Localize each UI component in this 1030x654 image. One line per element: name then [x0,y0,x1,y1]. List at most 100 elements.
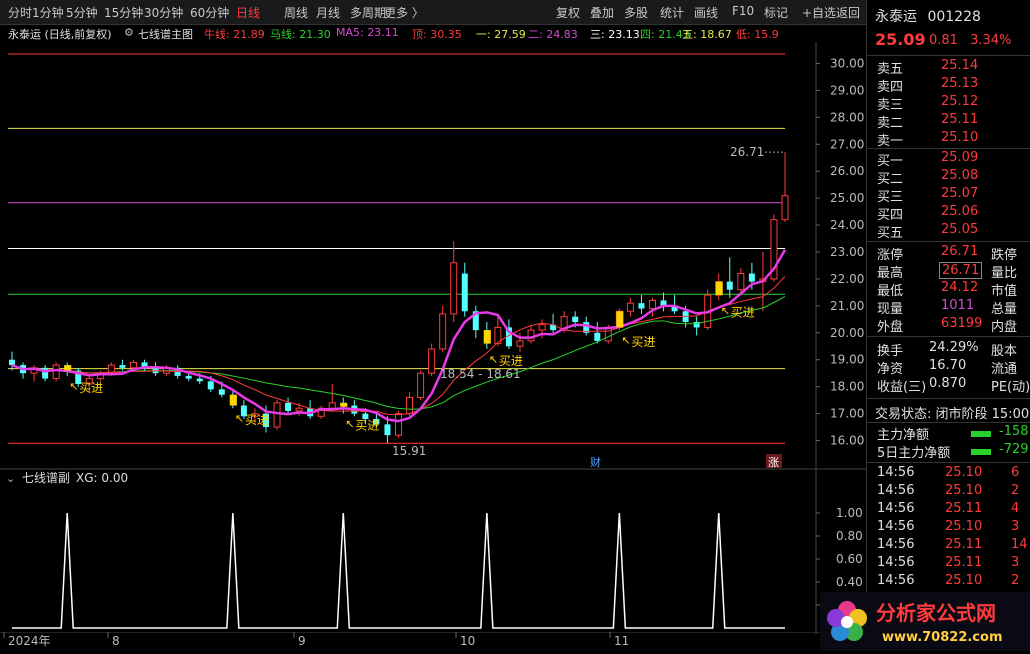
period-tab-7[interactable]: 周线 [284,4,308,21]
flow-value: -158 [999,424,1029,439]
period-tab-10[interactable]: 更多 〉 [384,4,424,21]
ma5-line [11,249,787,423]
buy-signal-label: 买进 [499,354,523,368]
buy-signal-label: 买进 [79,381,103,395]
candle [20,362,27,379]
toolbar-btn-1[interactable]: 叠加 [590,4,614,21]
tick-time: 14:56 [877,501,915,516]
legend-item: 顶: 30.35 [412,28,462,41]
period-tab-5[interactable]: 60分钟 [190,4,229,21]
y-tick-label: 23.00 [830,245,864,259]
tick-time: 14:56 [877,483,915,498]
tick-volume: 4 [1011,501,1020,516]
stat2-label-2: PE(动) [991,380,1030,395]
ask-price: 25.10 [941,130,979,145]
y-tick-label: 24.00 [830,218,864,232]
bid-price: 25.09 [941,150,979,165]
legend-item: 低: 15.9 [736,28,779,41]
stat2-value: 16.70 [929,358,967,373]
buy-bar [340,402,348,407]
stat-label: 最低 [877,284,904,299]
candlestick-chart[interactable]: 30.00 29.00 28.00 27.00 26.00 25.00 24.00 23.00… [0,42,866,470]
settings-icon[interactable]: ⚙ [124,26,134,39]
candle [307,400,314,419]
x-tick-label: 11 [614,634,629,648]
tick-time: 14:56 [877,573,915,588]
candle [42,365,49,382]
tick-time: 14:56 [877,519,915,534]
logo-name: 分析家公式网 [876,601,996,625]
buy-arrow-icon: ↖ [235,412,244,425]
legend-item: 三: 23.13 [590,28,640,41]
last-price: 25.09 [875,30,926,49]
stock-code: 001228 [927,9,981,25]
y-tick-label: 25.00 [830,191,864,205]
y-tick-label: 16.00 [830,434,864,448]
stat2-label-2: 股本 [991,344,1018,359]
period-tab-8[interactable]: 月线 [316,4,340,21]
buy-signal-label: 买进 [245,413,269,427]
buy-signal-label: 买进 [355,419,379,433]
flow-value: -729 [999,442,1029,457]
candle [550,313,557,333]
xg-value: XG: 0.00 [76,471,128,485]
collapse-icon: ⌄ [6,472,15,485]
flow-label: 主力净额 [877,428,930,443]
period-tab-1[interactable]: 1分钟 [32,4,64,21]
sub-y-tick-label: 1.00 [836,506,863,520]
toolbar-btn-0[interactable]: 复权 [556,4,580,21]
candle [472,305,479,339]
flow-bar [971,431,991,437]
legend-item: 二: 24.83 [528,28,578,41]
toolbar-btn-7[interactable]: +自选 [802,4,836,21]
bid-price: 25.06 [941,204,979,219]
y-tick-label: 28.00 [830,110,864,124]
indicator-name[interactable]: 七线谱主图 [138,26,193,42]
watermark-logo: 分析家公式网 www.70822.com [820,592,1030,651]
legend-item: MA5: 23.11 [336,26,399,39]
stat-label-2: 量比 [991,266,1018,281]
sub-indicator-chart[interactable]: ⌄七线谱副XG: 0.001.000.800.600.400.20 [0,468,866,634]
ask-price: 25.11 [941,112,979,127]
period-tab-0[interactable]: 分时 [8,4,32,21]
candle [660,292,667,312]
sub-title: 七线谱副 [22,471,70,485]
period-tab-6[interactable]: 日线 [236,4,260,21]
period-tab-9[interactable]: 多周期 [350,4,386,21]
tick-time: 14:56 [877,555,915,570]
candle [417,370,425,401]
toolbar-btn-2[interactable]: 多股 [624,4,648,21]
period-tab-4[interactable]: 30分钟 [144,4,183,21]
toolbar-btn-6[interactable]: 标记 [764,4,788,21]
period-tab-2[interactable]: 5分钟 [66,4,98,21]
candle [328,383,336,411]
bid-price: 25.05 [941,222,979,237]
candle [781,152,789,222]
sub-y-tick-label: 0.80 [836,529,863,543]
stock-title: 永泰运 (日线,前复权) [8,28,112,41]
toolbar-btn-4[interactable]: 画线 [694,4,718,21]
candle [461,262,468,317]
candle [317,405,325,419]
indicator-legend: 永泰运 (日线,前复权) ⚙ 七线谱主图 牛线: 21.89 马线: 21.30 M… [0,24,820,42]
candle [638,295,645,314]
stat-value: 26.71 [939,262,983,279]
x-tick-label: 9 [298,634,306,648]
toolbar-btn-8[interactable]: 返回 [836,4,860,21]
period-tab-3[interactable]: 15分钟 [104,4,143,21]
stat2-label-2: 流通 [991,362,1018,377]
y-tick-label: 22.00 [830,272,864,286]
ask-label: 卖一 [877,134,904,149]
flow-label: 5日主力净额 [877,446,951,461]
toolbar-btn-3[interactable]: 统计 [660,4,684,21]
stat2-label: 收益(三) [877,380,927,395]
bid-price: 25.08 [941,168,979,183]
toolbar-btn-5[interactable]: F10 [732,4,754,18]
stat-label-2: 跌停 [991,248,1018,263]
ask-label: 卖三 [877,98,904,113]
trading-status: 交易状态: 闭市阶段 15:00 [875,407,1030,422]
stat-value: 63199 [941,316,983,331]
bull-line [11,276,786,416]
tick-volume: 2 [1011,573,1020,588]
candle [96,370,104,382]
